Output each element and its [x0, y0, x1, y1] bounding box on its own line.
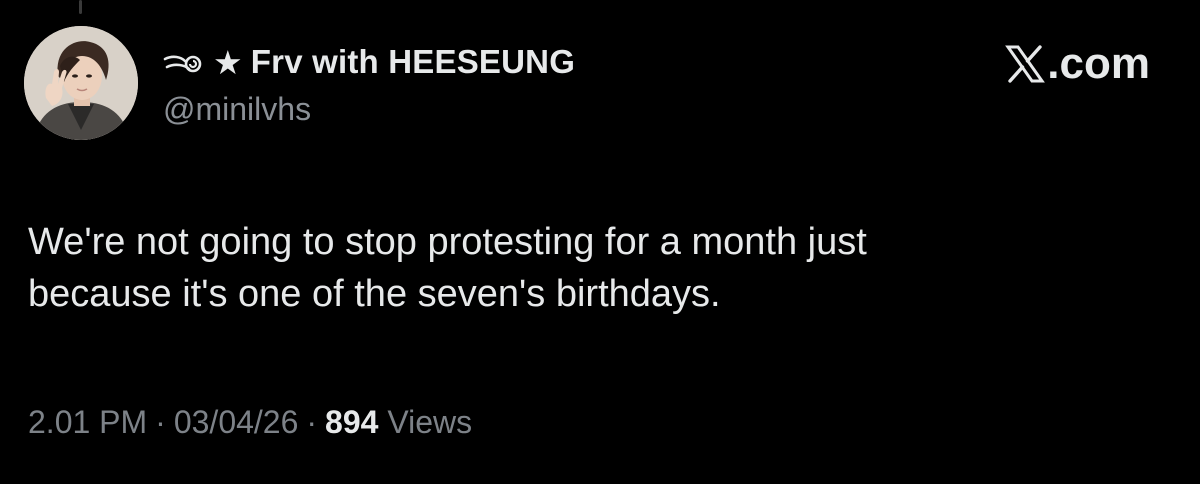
tweet-meta: 2.01 PM · 03/04/26 · 894 Views	[28, 404, 472, 441]
avatar-photo	[24, 26, 138, 140]
black-star-icon: ★	[213, 43, 243, 81]
wind-swirl-icon	[163, 55, 202, 73]
meta-separator: ·	[155, 404, 166, 440]
tweet-text-line: We're not going to stop protesting for a…	[28, 221, 867, 263]
brand-domain-suffix: .com	[1047, 39, 1150, 88]
tweet-text: We're not going to stop protesting for a…	[28, 216, 1158, 320]
views-label[interactable]: Views	[387, 404, 472, 441]
tweet-text-line: because it's one of the seven's birthday…	[28, 273, 721, 315]
avatar[interactable]	[24, 26, 138, 140]
x-com-watermark: .com	[1005, 42, 1150, 86]
author-handle[interactable]: @minilvhs	[163, 91, 311, 128]
thread-connector-line	[79, 0, 82, 14]
meta-separator: ·	[306, 404, 318, 440]
tweet-date[interactable]: 03/04/26	[174, 404, 299, 441]
author-name-row[interactable]: ★ Frv with HEESEUNG	[163, 42, 575, 82]
tweet-time[interactable]: 2.01 PM	[28, 404, 147, 441]
views-count[interactable]: 894	[325, 404, 378, 441]
x-logo-icon	[1005, 45, 1046, 83]
author-display-name[interactable]: Frv with HEESEUNG	[251, 43, 575, 81]
